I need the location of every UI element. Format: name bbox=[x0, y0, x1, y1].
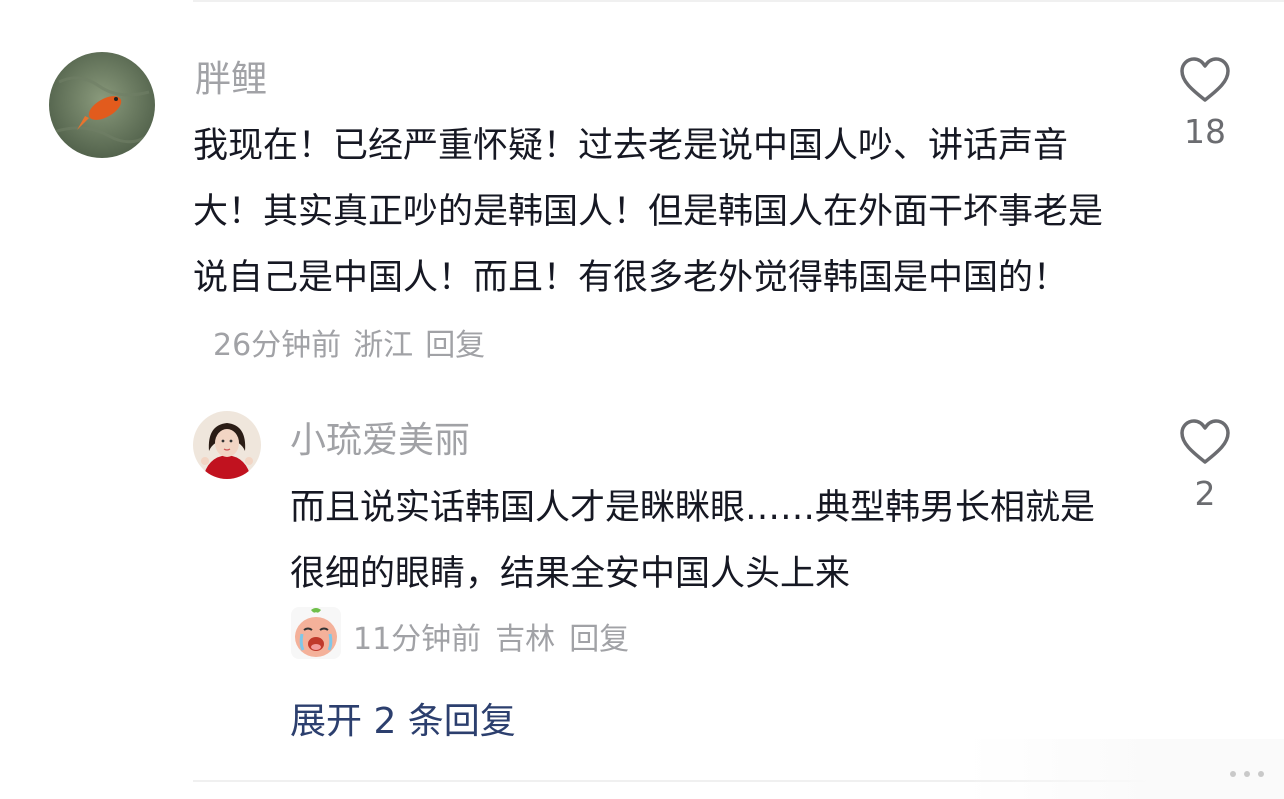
commenter-avatar[interactable] bbox=[49, 52, 155, 158]
comment-like-count: 18 bbox=[1184, 112, 1226, 151]
more-dots-icon bbox=[1230, 771, 1264, 777]
comment-reply-button[interactable]: 回复 bbox=[425, 328, 485, 363]
reply-like-count: 2 bbox=[1194, 474, 1216, 513]
reply-text: 而且说实话韩国人才是眯眯眼……典型韩男长相就是很细的眼睛，结果全安中国人头上来 bbox=[290, 488, 1096, 594]
expand-replies-button[interactable]: 展开 2 条回复 bbox=[290, 700, 516, 744]
comment-time: 26分钟前 bbox=[213, 328, 342, 363]
comment-author[interactable]: 胖鲤 bbox=[195, 58, 267, 102]
crying-emoji-sticker bbox=[290, 606, 342, 660]
comment-meta: 26分钟前 浙江 回复 bbox=[213, 328, 497, 363]
replier-avatar[interactable] bbox=[193, 411, 261, 479]
heart-outline-icon bbox=[1180, 57, 1230, 102]
heart-outline-icon bbox=[1180, 419, 1230, 464]
comment-like-button[interactable]: 18 bbox=[1170, 56, 1240, 152]
reply-time: 11分钟前 bbox=[353, 622, 482, 657]
reply-location: 吉林 bbox=[495, 622, 556, 657]
reply-meta: 11分钟前 吉林 回复 bbox=[353, 620, 643, 660]
reply-like-button[interactable]: 2 bbox=[1170, 418, 1240, 514]
watermark-fade bbox=[964, 739, 1284, 799]
comment-text-block: 我现在！已经严重怀疑！过去老是说中国人吵、讲话声音大！其实真正吵的是韩国人！但是… bbox=[193, 113, 1123, 379]
comment-text: 我现在！已经严重怀疑！过去老是说中国人吵、讲话声音大！其实真正吵的是韩国人！但是… bbox=[193, 126, 1104, 298]
reply-author[interactable]: 小琉爱美丽 bbox=[290, 419, 470, 463]
reply-reply-button[interactable]: 回复 bbox=[569, 622, 629, 657]
comment-location: 浙江 bbox=[353, 328, 414, 363]
top-divider bbox=[193, 0, 1284, 2]
